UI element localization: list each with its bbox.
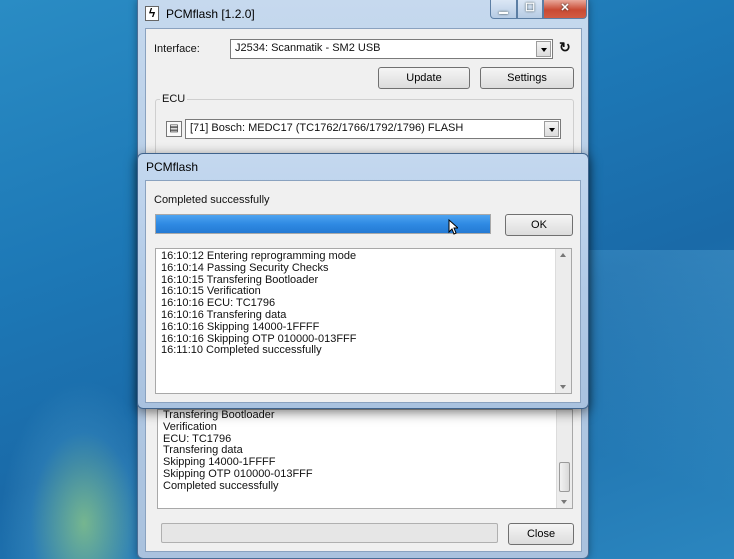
main-log[interactable]: Transfering Bootloader Verification ECU:… [157,409,573,509]
scrollbar-thumb[interactable] [559,462,570,492]
dialog-status-text: Completed successfully [154,194,270,206]
maximize-button[interactable]: ☐ [517,0,543,19]
interface-label: Interface: [154,43,200,55]
refresh-icon[interactable]: ↻ [559,39,571,56]
maximize-icon: ☐ [525,2,535,14]
desktop-wallpaper-glow [0,380,140,559]
window-title: PCMflash [1.2.0] [166,7,255,21]
minimize-icon: ▁ [499,2,508,14]
ok-button[interactable]: OK [505,214,573,236]
desktop-wallpaper-streak [584,250,734,559]
main-log-scrollbar[interactable] [556,410,572,508]
progress-dialog: PCMflash Completed successfully OK 16:10… [137,153,589,409]
ecu-group-label: ECU [160,93,188,105]
log-line: Skipping OTP 010000-013FFF [163,467,313,480]
dialog-log[interactable]: 16:10:12 Entering reprogramming mode 16:… [155,248,572,394]
dialog-log-scrollbar[interactable] [555,249,571,393]
log-line: Transfering Bootloader [163,409,275,421]
close-window-button[interactable]: ✕ [543,0,587,19]
chevron-down-icon[interactable] [544,121,559,137]
interface-select-value: J2534: Scanmatik - SM2 USB [235,42,381,54]
lightning-icon: ϟ [145,6,159,21]
close-button[interactable]: Close [508,523,574,545]
interface-select[interactable]: J2534: Scanmatik - SM2 USB [230,39,553,59]
minimize-button[interactable]: ▁ [490,0,517,19]
dialog-client-area: Completed successfully OK 16:10:12 Enter… [145,180,581,403]
ecu-select-value: [71] Bosch: MEDC17 (TC1762/1766/1792/179… [190,122,464,134]
ecu-select[interactable]: [71] Bosch: MEDC17 (TC1762/1766/1792/179… [185,119,561,139]
scroll-down-icon[interactable] [560,385,566,389]
close-icon: ✕ [560,2,570,14]
log-line: Completed successfully [163,479,279,492]
scroll-down-icon[interactable] [561,500,567,504]
title-bar[interactable]: ϟ PCMflash [1.2.0] ▁ ☐ ✕ [138,0,588,28]
log-line: 16:10:14 Passing Security Checks [161,261,329,274]
dialog-title: PCMflash [146,160,199,174]
log-line: Verification [163,420,217,433]
ecu-list-icon[interactable]: ▤ [166,121,182,137]
mouse-cursor-icon [448,219,458,235]
log-line: 16:10:16 Skipping 14000-1FFFF [161,320,320,333]
chevron-down-icon[interactable] [536,41,551,57]
update-button[interactable]: Update [378,67,470,89]
scroll-up-icon[interactable] [560,253,566,257]
main-progress-bar [161,523,498,543]
log-line: 16:11:10 Completed successfully [161,344,322,357]
settings-button[interactable]: Settings [480,67,574,89]
dialog-progress-bar [155,214,491,234]
log-line: 16:10:16 Transfering data [161,308,287,321]
progress-fill [156,215,490,233]
